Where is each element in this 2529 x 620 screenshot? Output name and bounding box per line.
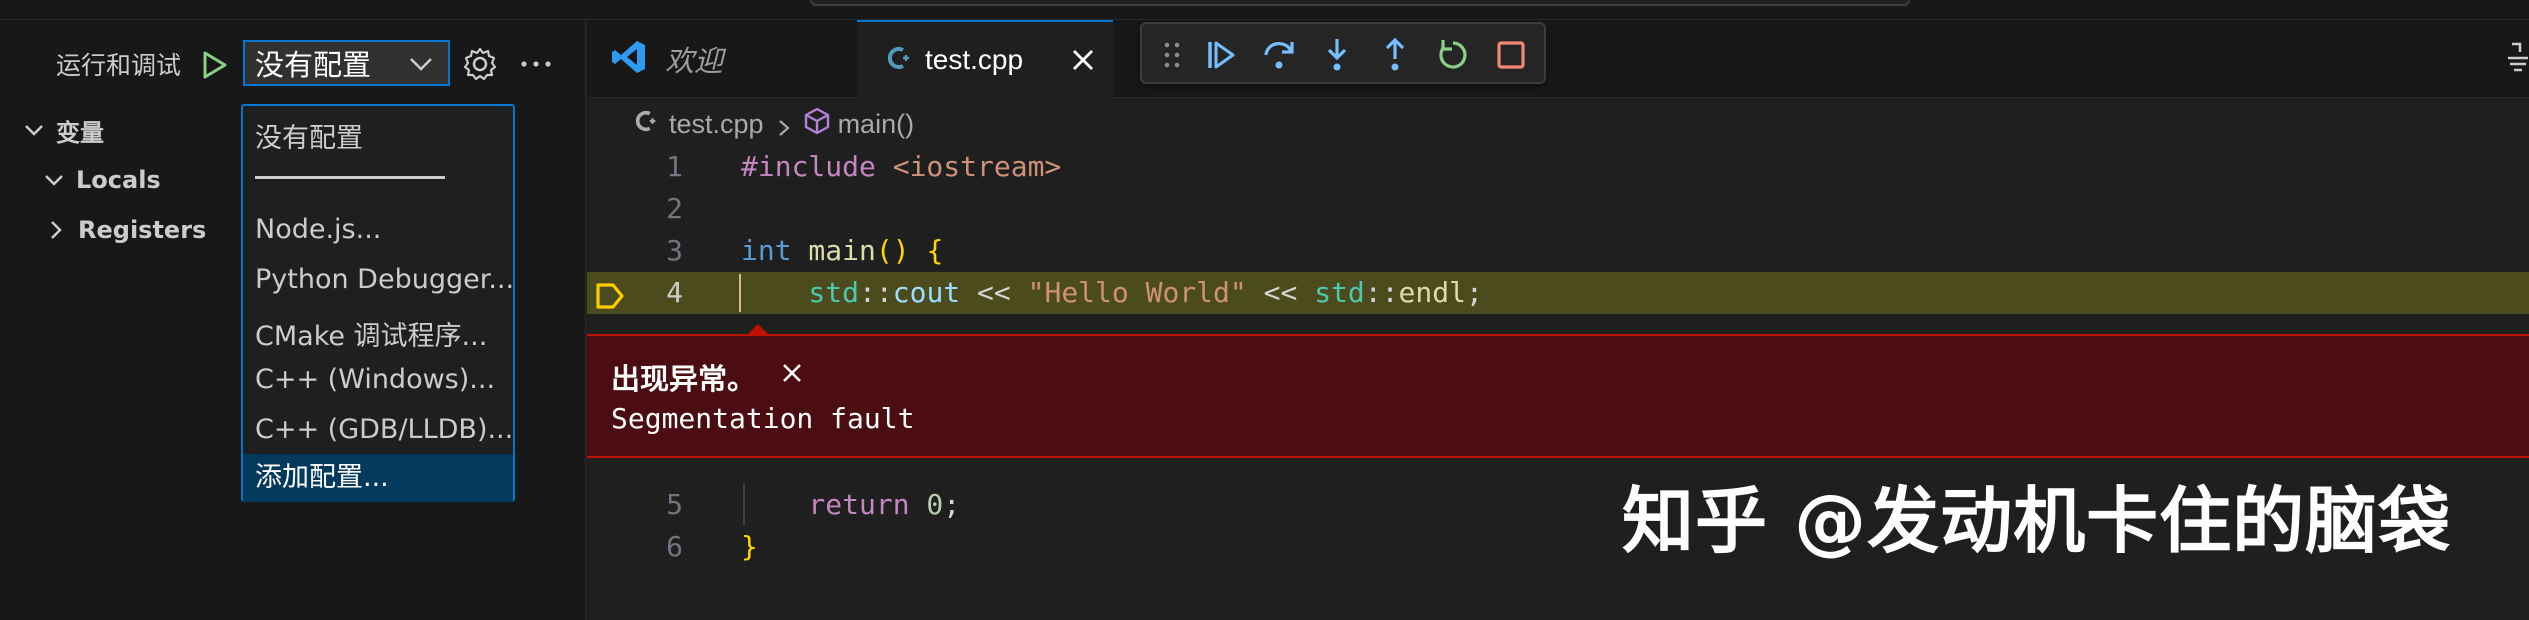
sidebar-title: 运行和调试 — [56, 51, 182, 80]
tab-test-label: test.cpp — [925, 44, 1024, 75]
exception-title: 出现异常。 — [611, 362, 757, 396]
exception-widget: 出现异常。 Segmentation fault — [587, 324, 2529, 458]
dropdown-option[interactable]: Node.js... — [255, 214, 381, 245]
code-line: 2 — [587, 188, 2529, 230]
continue-icon[interactable] — [1202, 36, 1240, 74]
tab-test-cpp[interactable]: test.cpp — [857, 20, 1113, 98]
step-over-icon[interactable] — [1260, 36, 1298, 74]
breadcrumb-file[interactable]: test.cpp — [669, 109, 764, 140]
exception-pointer — [747, 324, 769, 335]
dropdown-option[interactable]: Python Debugger... — [255, 264, 514, 295]
tab-welcome-label: 欢迎 — [665, 44, 724, 78]
config-dropdown-list: 没有配置 Node.js... Python Debugger... CMake… — [241, 104, 515, 502]
debug-config-select[interactable]: 没有配置 — [243, 40, 450, 86]
line-number: 4 — [666, 276, 683, 309]
chevron-down-icon — [42, 168, 66, 192]
code-text: int main() { — [741, 234, 944, 267]
debug-toolbar — [1140, 22, 1546, 84]
drag-handle-icon[interactable] — [1162, 40, 1182, 70]
tab-welcome[interactable]: 欢迎 — [587, 20, 857, 98]
chevron-right-icon — [776, 114, 792, 136]
line-number: 6 — [666, 530, 683, 563]
line-number: 1 — [666, 150, 683, 183]
code-line: 1 #include <iostream> — [587, 146, 2529, 188]
code-text: return 0; — [741, 488, 961, 521]
step-out-icon[interactable] — [1376, 36, 1414, 74]
run-debug-header: 运行和调试 没有配置 — [0, 36, 586, 92]
chevron-down-icon — [408, 52, 434, 76]
close-icon[interactable] — [1067, 44, 1099, 76]
chevron-down-icon — [22, 118, 46, 142]
breadcrumb: test.cpp main() — [635, 106, 914, 142]
step-into-icon[interactable] — [1318, 36, 1356, 74]
command-center[interactable] — [810, 0, 1910, 6]
dropdown-option[interactable]: CMake 调试程序... — [255, 314, 487, 353]
cpp-file-icon — [635, 109, 659, 140]
breadcrumb-symbol[interactable]: main() — [838, 109, 915, 140]
dropdown-option-add-config[interactable]: 添加配置... — [243, 454, 513, 502]
editor-tab-bar: 欢迎 test.cpp — [587, 20, 2529, 98]
chevron-right-icon — [44, 218, 68, 242]
current-execution-line: 4 std::cout << "Hello World" << std::end… — [587, 272, 2529, 314]
variables-section[interactable]: 变量 — [22, 110, 104, 150]
variables-label: 变量 — [56, 118, 104, 147]
stop-icon[interactable] — [1492, 36, 1530, 74]
tree-item-locals[interactable]: Locals — [42, 160, 161, 200]
cpp-file-icon — [887, 45, 913, 76]
code-text: } — [741, 530, 758, 563]
dropdown-option[interactable]: C++ (Windows)... — [255, 364, 495, 395]
dropdown-separator — [255, 176, 445, 179]
run-debug-sidebar: 运行和调试 没有配置 变量 Locals Registers 没有配置 Node… — [0, 20, 586, 620]
registers-label: Registers — [78, 216, 207, 244]
config-select-value: 没有配置 — [255, 48, 372, 82]
tree-item-registers[interactable]: Registers — [44, 210, 206, 250]
line-number: 5 — [666, 488, 683, 521]
line-number: 2 — [666, 192, 683, 225]
code-text: std::cout << "Hello World" << std::endl; — [741, 276, 1483, 309]
dropdown-option[interactable]: 没有配置 — [255, 116, 363, 155]
more-actions-icon[interactable] — [516, 44, 556, 84]
line-number: 3 — [666, 234, 683, 267]
restart-icon[interactable] — [1434, 36, 1472, 74]
dropdown-option[interactable]: C++ (GDB/LLDB)... — [255, 414, 513, 445]
gear-icon[interactable] — [462, 46, 498, 82]
title-bar — [0, 0, 2529, 20]
locals-label: Locals — [76, 166, 161, 194]
code-line: 3 int main() { — [587, 230, 2529, 272]
symbol-method-icon — [804, 107, 830, 142]
code-text: #include <iostream> — [741, 150, 1062, 183]
close-icon[interactable] — [777, 358, 807, 388]
watermark: 知乎 @发动机卡住的脑袋 — [1622, 479, 2452, 563]
exception-message: Segmentation fault — [611, 402, 915, 435]
debug-console-icon[interactable] — [2500, 38, 2529, 78]
vscode-logo-icon — [611, 39, 647, 80]
start-debugging-icon[interactable] — [194, 44, 236, 86]
